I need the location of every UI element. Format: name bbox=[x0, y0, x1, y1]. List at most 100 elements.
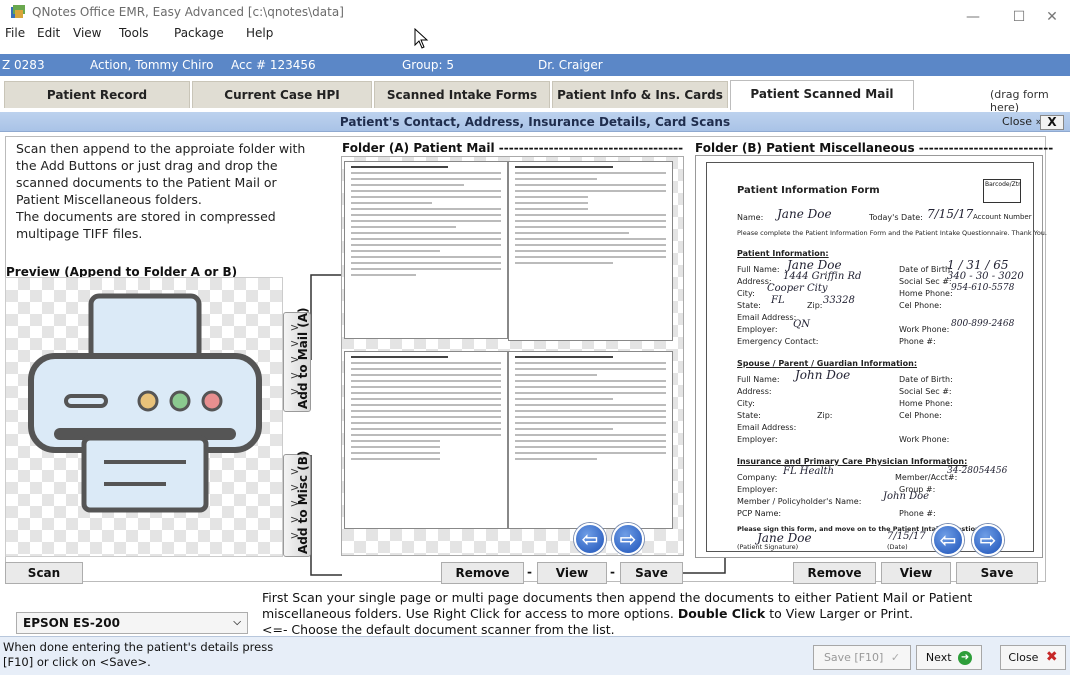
add-to-mail-label: Add to Mail (A) bbox=[296, 307, 310, 409]
menu-view[interactable]: View bbox=[73, 26, 101, 40]
tab-patient-info-ins-cards[interactable]: Patient Info & Ins. Cards bbox=[552, 81, 728, 108]
folder-a-remove-button[interactable]: Remove bbox=[441, 562, 524, 584]
form-label: Home Phone: bbox=[899, 289, 953, 298]
folder-b-remove-button[interactable]: Remove bbox=[793, 562, 876, 584]
next-label: Next bbox=[925, 651, 952, 664]
scanner-select[interactable]: EPSON ES-200 ⌵ bbox=[16, 612, 248, 634]
form-label: City: bbox=[737, 289, 755, 298]
scan-preview[interactable] bbox=[5, 277, 283, 557]
barcode-label: Barcode/Ztr bbox=[985, 181, 1021, 188]
form-label: Employer: bbox=[737, 435, 778, 444]
next-button[interactable]: Next ➜ bbox=[916, 645, 982, 670]
form-label: Date of Birth: bbox=[899, 375, 953, 384]
folder-a-title: Folder (A) Patient Mail ----------------… bbox=[342, 141, 684, 155]
scan-button[interactable]: Scan bbox=[5, 562, 83, 584]
form-label: (Patient Signature) bbox=[737, 543, 799, 551]
form-heading: Patient Information Form bbox=[737, 185, 880, 196]
close-label: Close bbox=[1008, 651, 1039, 664]
folder-b-title: Folder (B) Patient Miscellaneous -------… bbox=[695, 141, 1054, 155]
chevron-down-icon: ⌵ bbox=[233, 617, 241, 628]
form-label: Work Phone: bbox=[899, 435, 950, 444]
bottom-note-scanner-hint: <=- Choose the default document scanner … bbox=[262, 622, 615, 637]
form-value: 800-899-2468 bbox=[951, 319, 1015, 329]
previous-page-button[interactable]: ⇦ bbox=[574, 523, 606, 555]
tab-patient-record[interactable]: Patient Record bbox=[4, 81, 190, 108]
scanner-selected-value: EPSON ES-200 bbox=[23, 616, 120, 630]
bottom-note-bold: Double Click bbox=[677, 606, 766, 621]
menu-help[interactable]: Help bbox=[246, 26, 273, 40]
form-label: Social Sec #: bbox=[899, 387, 952, 396]
add-to-misc-button[interactable]: > > > > > Add to Misc (B) bbox=[283, 450, 311, 557]
close-panel-button[interactable]: X bbox=[1040, 115, 1064, 130]
form-section-patient: Patient Information: bbox=[737, 249, 829, 258]
form-label: Date of Birth: bbox=[899, 265, 953, 274]
form-value: John Doe bbox=[883, 491, 930, 502]
form-label: Phone #: bbox=[899, 337, 936, 346]
menu-bar: File Edit View Tools Package Help bbox=[0, 24, 1070, 44]
form-value: Jane Doe bbox=[787, 258, 842, 272]
printer-icon bbox=[28, 293, 262, 513]
add-to-mail-button[interactable]: > > > > > Add to Mail (A) bbox=[283, 307, 311, 412]
close-x-icon: ✖ bbox=[1045, 649, 1058, 665]
menu-tools[interactable]: Tools bbox=[119, 26, 149, 40]
document-thumbnail[interactable] bbox=[344, 351, 508, 529]
form-label: Address: bbox=[737, 387, 772, 396]
menu-edit[interactable]: Edit bbox=[37, 26, 60, 40]
save-f10-label: Save [F10] bbox=[823, 651, 884, 664]
menu-package[interactable]: Package bbox=[174, 26, 224, 40]
form-label: Social Sec #: bbox=[899, 277, 952, 286]
folder-b-view-button[interactable]: View bbox=[881, 562, 951, 584]
menu-file[interactable]: File bbox=[5, 26, 25, 40]
tab-patient-scanned-mail[interactable]: Patient Scanned Mail bbox=[730, 80, 914, 110]
drag-form-hint[interactable]: (drag form here) bbox=[990, 88, 1070, 114]
document-thumbnail[interactable] bbox=[344, 161, 508, 339]
folder-a-documents[interactable]: ⇦ ⇨ bbox=[341, 156, 684, 556]
arrow-right-icon: ➜ bbox=[958, 651, 973, 665]
form-label: Phone #: bbox=[899, 509, 936, 518]
document-thumbnail[interactable] bbox=[508, 161, 673, 341]
form-value: 1 / 31 / 65 bbox=[947, 258, 1009, 272]
save-f10-button[interactable]: Save [F10] ✓ bbox=[813, 645, 911, 670]
barcode-box: Barcode/Ztr bbox=[983, 179, 1021, 203]
form-label: Emergency Contact: bbox=[737, 337, 819, 346]
form-account-label: Account Number bbox=[973, 213, 1032, 221]
patient-group: Group: 5 bbox=[402, 58, 455, 72]
form-label: Home Phone: bbox=[899, 399, 953, 408]
tab-scanned-intake-forms[interactable]: Scanned Intake Forms bbox=[374, 81, 550, 108]
form-label: Work Phone: bbox=[899, 325, 950, 334]
app-logo-icon bbox=[11, 5, 25, 18]
patient-information-form-preview[interactable]: Patient Information Form Barcode/Ztr Nam… bbox=[706, 162, 1047, 552]
previous-page-button[interactable]: ⇦ bbox=[932, 524, 964, 556]
patient-account: Acc # 123456 bbox=[231, 58, 316, 72]
form-date-value: 7/15/17 bbox=[927, 207, 974, 221]
document-thumbnail[interactable] bbox=[508, 351, 673, 529]
folder-a-view-button[interactable]: View bbox=[537, 562, 607, 584]
close-panel-label[interactable]: Close » bbox=[1002, 115, 1042, 128]
form-label: Zip: bbox=[817, 411, 833, 420]
form-value: QN bbox=[793, 319, 810, 330]
next-page-button[interactable]: ⇨ bbox=[612, 523, 644, 555]
form-value: 1444 Griffin Rd bbox=[783, 271, 862, 282]
close-button[interactable]: Close ✖ bbox=[1000, 645, 1066, 670]
separator: - bbox=[527, 565, 532, 579]
folder-b-documents[interactable]: Patient Information Form Barcode/Ztr Nam… bbox=[695, 155, 1047, 558]
section-title: Patient's Contact, Address, Insurance De… bbox=[339, 115, 731, 129]
folder-b-save-button[interactable]: Save bbox=[956, 562, 1038, 584]
form-value: Cooper City bbox=[767, 283, 828, 294]
form-signature-date: 7/15/17 bbox=[887, 531, 926, 542]
form-label: PCP Name: bbox=[737, 509, 782, 518]
form-label: State: bbox=[737, 411, 761, 420]
patient-bar: Z 0283 Action, Tommy Chiro Acc # 123456 … bbox=[0, 54, 1070, 76]
form-label: Member / Policyholder's Name: bbox=[737, 497, 862, 506]
form-label: Email Address: bbox=[737, 423, 797, 432]
tab-current-case-hpi[interactable]: Current Case HPI bbox=[192, 81, 372, 108]
form-value: 33328 bbox=[823, 295, 855, 306]
add-to-misc-label: Add to Misc (B) bbox=[296, 450, 310, 554]
folder-a-save-button[interactable]: Save bbox=[620, 562, 683, 584]
form-section-insurance: Insurance and Primary Care Physician Inf… bbox=[737, 457, 968, 466]
next-page-button[interactable]: ⇨ bbox=[972, 524, 1004, 556]
form-label: City: bbox=[737, 399, 755, 408]
form-value: 340 - 30 - 3020 bbox=[947, 271, 1024, 282]
form-name-value: Jane Doe bbox=[777, 207, 832, 221]
form-name-label: Name: bbox=[737, 213, 764, 222]
